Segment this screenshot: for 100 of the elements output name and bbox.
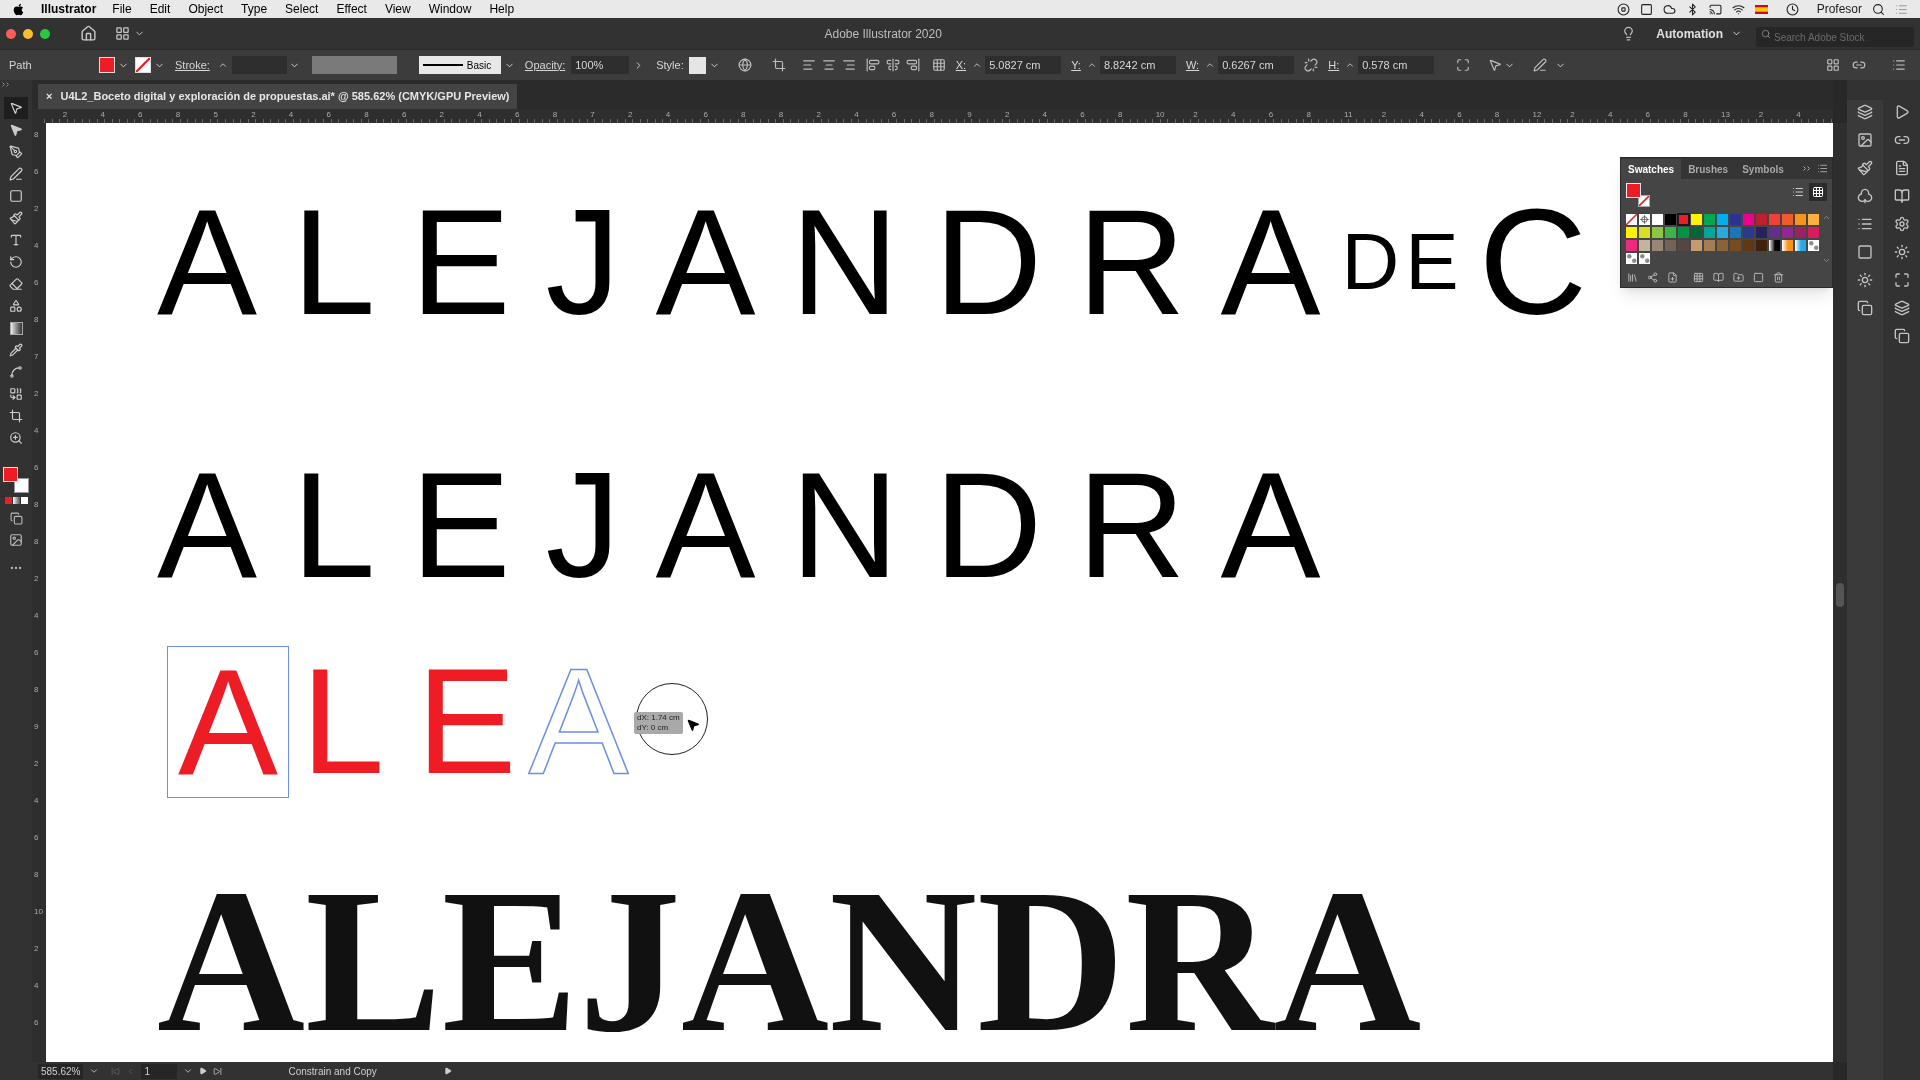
color-swatch[interactable] (1625, 226, 1638, 239)
new-group-icon[interactable] (1733, 271, 1744, 283)
close-window-button[interactable] (6, 28, 16, 39)
panel-icon[interactable] (1893, 216, 1910, 232)
caret-icon[interactable] (89, 1066, 100, 1076)
wifi-icon[interactable] (1731, 2, 1745, 16)
workspace-icon[interactable] (115, 26, 130, 41)
panel-icon[interactable] (1857, 188, 1873, 204)
gradient-swatch[interactable] (1768, 239, 1781, 252)
menu-item[interactable]: Help (489, 0, 515, 18)
color-swatch[interactable] (1664, 213, 1677, 226)
panel-tab[interactable]: Brushes (1681, 159, 1736, 179)
transform-field[interactable]: 0.6267 cm (1218, 56, 1295, 74)
minimize-window-button[interactable] (23, 28, 33, 39)
align-right-icon[interactable] (841, 58, 856, 72)
double-chevron-icon[interactable] (2, 82, 10, 87)
double-chevron-icon[interactable] (1803, 166, 1811, 171)
scroll-thumb[interactable] (1836, 583, 1844, 607)
color-mode-icon[interactable] (4, 497, 28, 504)
status-menu-icon[interactable] (444, 1067, 453, 1075)
color-swatch[interactable] (1755, 226, 1768, 239)
color-swatch[interactable] (1781, 226, 1794, 239)
panel-tab[interactable]: Swatches (1621, 159, 1682, 179)
color-swatch[interactable] (1729, 239, 1742, 252)
gradient-swatch[interactable] (1794, 239, 1807, 252)
panel-icon[interactable] (1857, 104, 1873, 120)
panel-icon[interactable] (1893, 272, 1910, 288)
panel-icon[interactable] (1857, 216, 1873, 232)
color-swatch[interactable] (1807, 213, 1820, 226)
color-swatch[interactable] (1742, 213, 1755, 226)
align-top-icon[interactable] (865, 58, 880, 72)
transform-field[interactable]: 8.8242 cm (1099, 56, 1176, 74)
stroke-label[interactable]: Stroke: (175, 56, 210, 74)
panel-icon[interactable] (1893, 300, 1910, 316)
menu-item[interactable]: Select (285, 0, 319, 18)
stepper-icon[interactable] (972, 60, 983, 70)
window-icon[interactable] (1639, 2, 1653, 16)
last-artboard-icon[interactable] (213, 1066, 223, 1076)
home-icon[interactable] (80, 25, 97, 42)
color-swatch[interactable] (1625, 239, 1638, 252)
color-swatch[interactable] (1794, 213, 1807, 226)
brush-definition-dropdown[interactable]: Basic (418, 56, 501, 74)
panel-icon[interactable] (1893, 328, 1910, 344)
flag-icon[interactable] (1754, 4, 1768, 14)
panel-icon[interactable] (1857, 132, 1873, 148)
delete-icon[interactable] (1773, 271, 1784, 283)
stepper-icon[interactable] (1205, 60, 1216, 70)
color-swatch[interactable] (1651, 239, 1664, 252)
menu-item[interactable]: Object (188, 0, 224, 18)
cloud-icon[interactable] (1662, 2, 1676, 16)
color-swatch[interactable] (1742, 226, 1755, 239)
menu-item[interactable]: View (384, 0, 411, 18)
status-text[interactable]: Constrain and Copy (288, 1063, 439, 1079)
color-swatch[interactable] (1664, 239, 1677, 252)
panel-icon[interactable] (1857, 160, 1873, 176)
stepper-icon[interactable] (217, 60, 228, 70)
record-icon[interactable] (1616, 2, 1630, 16)
color-swatch[interactable] (1768, 226, 1781, 239)
pattern-swatch[interactable] (1625, 252, 1638, 265)
menu-item[interactable]: Window (428, 0, 472, 18)
panel-menu-icon[interactable] (1892, 58, 1906, 72)
color-swatch[interactable] (1638, 239, 1651, 252)
color-swatch[interactable] (1794, 226, 1807, 239)
transform-field[interactable]: 5.0827 cm (985, 56, 1062, 74)
menu-item[interactable]: Type (241, 0, 268, 18)
color-swatch[interactable] (1729, 213, 1742, 226)
library-icon[interactable] (1627, 271, 1638, 283)
panel-icon[interactable] (1857, 244, 1873, 260)
color-swatch[interactable] (1716, 239, 1729, 252)
zoom-field[interactable]: 585.62% (38, 1063, 84, 1079)
clock-icon[interactable] (1785, 2, 1799, 16)
menu-item[interactable]: Effect (336, 0, 367, 18)
color-swatch[interactable] (1729, 226, 1742, 239)
color-swatch[interactable] (1742, 239, 1755, 252)
user-name[interactable]: Profesor (1816, 0, 1862, 18)
caret-icon[interactable] (183, 1066, 194, 1076)
link-icon[interactable] (1852, 58, 1866, 72)
bounding-box-icon[interactable] (1456, 58, 1471, 72)
zoom-window-button[interactable] (40, 28, 50, 39)
color-swatch[interactable] (1664, 226, 1677, 239)
panel-menu-icon[interactable] (1817, 163, 1828, 174)
color-swatch[interactable] (1768, 213, 1781, 226)
color-swatch[interactable] (1755, 213, 1768, 226)
color-swatch[interactable] (1716, 213, 1729, 226)
app-menu[interactable]: Illustrator (41, 0, 97, 18)
color-swatch[interactable] (1755, 239, 1768, 252)
stepper-icon[interactable] (1345, 60, 1356, 70)
search-icon[interactable] (1872, 2, 1885, 16)
stroke-swatch[interactable] (135, 57, 151, 73)
gradient-swatch[interactable] (1781, 239, 1794, 252)
color-swatch[interactable] (1638, 226, 1651, 239)
color-swatch[interactable] (1703, 239, 1716, 252)
panel-icon[interactable] (1857, 272, 1873, 288)
stepper-icon[interactable] (1086, 60, 1097, 70)
fill-swatch[interactable] (99, 57, 115, 73)
color-swatch[interactable] (1651, 213, 1664, 226)
next-artboard-icon[interactable] (199, 1067, 208, 1075)
fill-stroke-widget[interactable] (3, 467, 29, 493)
color-swatch[interactable] (1690, 226, 1703, 239)
artboard-field[interactable]: 1 (141, 1063, 178, 1079)
